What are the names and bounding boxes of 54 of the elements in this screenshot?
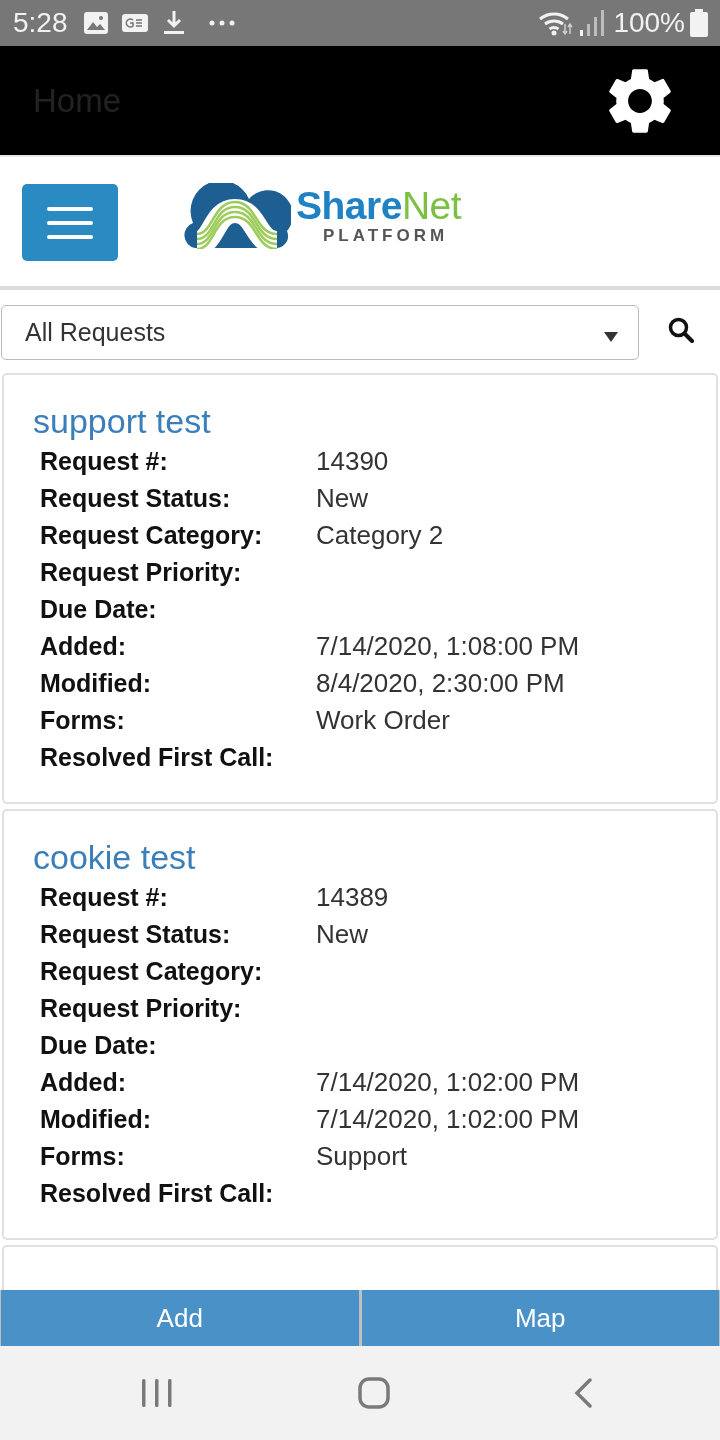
field-label: Resolved First Call:: [40, 742, 275, 773]
field-value: New: [316, 482, 369, 515]
field-label: Request Status:: [40, 483, 232, 514]
action-button[interactable]: Add: [1, 1290, 359, 1346]
menu-button[interactable]: [22, 184, 118, 261]
field-label: Request #:: [40, 446, 169, 477]
request-title-link[interactable]: support test: [33, 399, 211, 443]
menu-icon: [47, 206, 93, 239]
field-value: 7/14/2020, 1:02:00 PM: [316, 1103, 581, 1136]
field-label: Request #:: [40, 882, 169, 913]
field-label: Due Date:: [40, 1030, 158, 1061]
action-button[interactable]: Map: [361, 1290, 719, 1346]
field-label: Request Priority:: [40, 993, 243, 1024]
more-dots-icon: [208, 20, 235, 26]
battery-percent: 100%: [613, 7, 685, 39]
field-value: Category 2: [316, 519, 445, 552]
home-icon[interactable]: [358, 1377, 390, 1409]
field-label: Request Category:: [40, 956, 264, 987]
field-value: Support: [316, 1140, 409, 1173]
recent-apps-icon[interactable]: [142, 1379, 172, 1407]
cloud-logo-icon: [183, 182, 291, 249]
field-label: Modified:: [40, 668, 153, 699]
field-value: 7/14/2020, 1:02:00 PM: [316, 1066, 581, 1099]
caret-icon: [604, 331, 618, 342]
field-label: Request Priority:: [40, 557, 243, 588]
field-label: Forms:: [40, 705, 126, 736]
field-label: Modified:: [40, 1104, 153, 1135]
signal-icon: [580, 10, 605, 36]
settings-icon[interactable]: [608, 67, 672, 134]
field-label: Request Category:: [40, 520, 264, 551]
wifi-icon: [538, 10, 575, 36]
download-icon: [163, 11, 184, 35]
back-icon[interactable]: [574, 1378, 592, 1408]
status-time: 5:28: [13, 7, 68, 39]
field-value: New: [316, 918, 369, 951]
field-label: Due Date:: [40, 594, 158, 625]
field-label: Added:: [40, 631, 128, 662]
field-value: 8/4/2020, 2:30:00 PM: [316, 667, 566, 700]
field-label: Added:: [40, 1067, 128, 1098]
image-icon: [83, 12, 108, 34]
field-label: Forms:: [40, 1141, 126, 1172]
request-title-link[interactable]: cookie test: [33, 835, 196, 879]
field-value: Work Order: [316, 704, 451, 737]
logo-tagline: PLATFORM: [322, 225, 449, 246]
field-label: Resolved First Call:: [40, 1178, 275, 1209]
field-label: Request Status:: [40, 919, 232, 950]
search-icon[interactable]: [668, 316, 694, 343]
field-value: 14390: [316, 445, 390, 478]
request-filter-dropdown[interactable]: All Requests: [1, 305, 639, 360]
battery-icon: [690, 9, 708, 37]
field-value: 14389: [316, 881, 390, 914]
field-value: 7/14/2020, 1:08:00 PM: [316, 630, 581, 663]
news-icon: [121, 14, 148, 32]
logo-wordmark: ShareNet: [296, 185, 462, 226]
